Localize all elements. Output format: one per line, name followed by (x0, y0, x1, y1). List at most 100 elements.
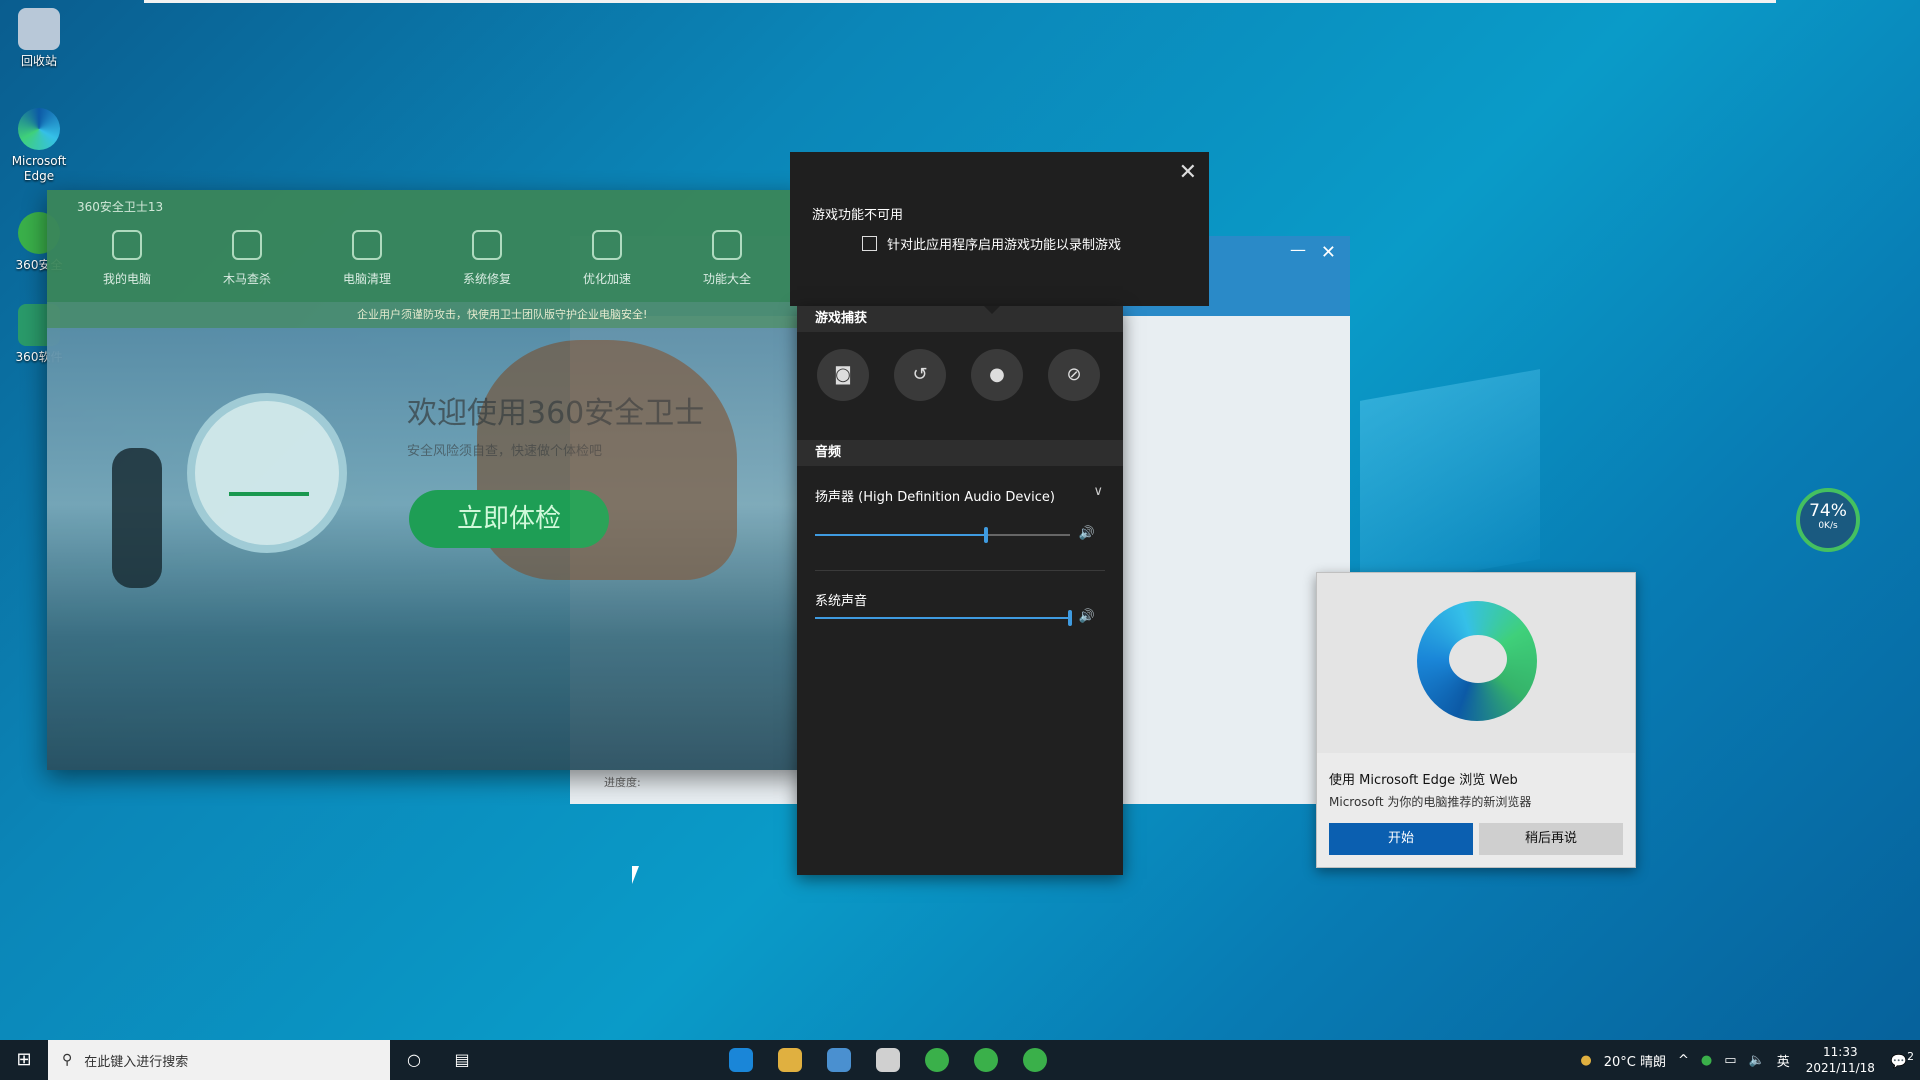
360-icon (1022, 1048, 1047, 1072)
system-volume-slider[interactable] (815, 610, 1072, 626)
screenshot-button[interactable]: ◙ (817, 349, 869, 401)
windows-icon: ⊞ (16, 1049, 32, 1070)
nav-optimize[interactable]: 优化加速 (567, 230, 647, 287)
enable-game-features-label[interactable]: 针对此应用程序启用游戏功能以录制游戏 (887, 234, 1121, 253)
system-sound-label: 系统声音 (815, 594, 868, 609)
enable-game-features-checkbox[interactable] (862, 236, 877, 251)
recycle-bin-icon (18, 8, 60, 50)
360-banner[interactable]: 企业用户须谨防攻击，快使用卫士团队版守护企业电脑安全! (47, 302, 807, 328)
weather-icon[interactable]: ● (1574, 1053, 1597, 1068)
taskbar: ⊞ ⚲ 在此键入进行搜索 ○ ▤ ● 20°C 晴朗 ^ ● ▭ 🔈 英 11:… (0, 1040, 1920, 1080)
task-view-icon: ▤ (454, 1050, 470, 1069)
clock[interactable]: 11:33 2021/11/18 (1796, 1044, 1885, 1076)
weather-text[interactable]: 20°C 晴朗 (1598, 1051, 1672, 1070)
start-button[interactable]: ⊞ (0, 1040, 48, 1080)
replay-icon: ↺ (912, 364, 928, 385)
network-icon[interactable]: ▭ (1718, 1053, 1742, 1068)
device-volume-slider[interactable] (815, 527, 1070, 543)
nav-repair[interactable]: 系统修复 (447, 230, 527, 287)
memory-percent: 74% (1809, 501, 1847, 521)
broom-icon (352, 230, 382, 260)
cortana-button[interactable]: ○ (390, 1040, 438, 1080)
system-volume-fill (815, 617, 1070, 619)
scan-now-button[interactable]: 立即体检 (409, 490, 609, 548)
mail-icon (875, 1048, 900, 1072)
speaker-icon[interactable]: 🔊 (1079, 609, 1095, 624)
edge-toast: 使用 Microsoft Edge 浏览 Web Microsoft 为你的电脑… (1316, 572, 1636, 868)
toast-later-button[interactable]: 稍后再说 (1479, 823, 1623, 855)
minimize-icon[interactable]: — (1290, 240, 1306, 259)
system-tray: ● 20°C 晴朗 ^ ● ▭ 🔈 英 11:33 2021/11/18 💬2 (1574, 1040, 1920, 1080)
nav-all-features[interactable]: 功能大全 (687, 230, 767, 287)
clock-time: 11:33 (1823, 1045, 1858, 1059)
device-volume-thumb[interactable] (983, 527, 988, 543)
system-volume-thumb[interactable] (1068, 610, 1072, 626)
notification-count: 2 (1907, 1050, 1914, 1064)
taskbar-store[interactable] (814, 1040, 863, 1080)
close-icon[interactable]: ✕ (1321, 242, 1336, 263)
monitor-icon (112, 230, 142, 260)
gamebar-widget: 游戏捕获 ◙ ↺ ● ⊘ 音频 扬声器 (High Definition Aud… (797, 306, 1123, 875)
taskbar-mail[interactable] (863, 1040, 912, 1080)
audio-section-title: 音频 (797, 440, 1123, 466)
task-view-button[interactable]: ▤ (438, 1040, 486, 1080)
mic-toggle-button[interactable]: ⊘ (1048, 349, 1100, 401)
clock-date: 2021/11/18 (1805, 1061, 1875, 1075)
search-icon: ⚲ (62, 1052, 73, 1068)
top-edge-line (144, 0, 1776, 3)
runner-silhouette (112, 448, 162, 588)
divider (815, 570, 1105, 571)
taskbar-edge[interactable] (716, 1040, 765, 1080)
chevron-down-icon[interactable]: ∨ (1093, 484, 1103, 499)
desktop-icon-edge[interactable]: Microsoft Edge (4, 108, 74, 184)
desktop-icon-recycle-bin[interactable]: 回收站 (4, 8, 74, 69)
folder-icon (777, 1048, 802, 1072)
edge-logo-inner (1449, 635, 1507, 683)
capture-section-title: 游戏捕获 (797, 306, 1123, 332)
toast-subtitle: Microsoft 为你的电脑推荐的新浏览器 (1329, 795, 1532, 809)
toast-title: 使用 Microsoft Edge 浏览 Web (1329, 773, 1518, 788)
welcome-title: 欢迎使用360安全卫士 (407, 396, 705, 431)
volume-icon[interactable]: 🔈 (1743, 1053, 1771, 1068)
speaker-icon[interactable]: 🔊 (1079, 526, 1095, 541)
gamebar-popup: ✕ 游戏功能不可用 针对此应用程序启用游戏功能以录制游戏 (790, 152, 1209, 306)
network-speed-ring[interactable]: 74% 0K/s (1796, 488, 1860, 552)
mouse-cursor (632, 866, 646, 884)
store-icon (826, 1048, 851, 1072)
pulse-line (229, 456, 309, 496)
notification-center-button[interactable]: 💬2 (1885, 1050, 1920, 1069)
taskbar-search[interactable]: ⚲ 在此键入进行搜索 (48, 1040, 390, 1080)
taskbar-360-c[interactable] (1010, 1040, 1059, 1080)
360-tray-icon[interactable]: ● (1695, 1053, 1718, 1068)
record-icon: ● (989, 364, 1005, 385)
welcome-subtitle: 安全风险须自查，快速做个体检吧 (407, 444, 603, 459)
input-language[interactable]: 英 (1771, 1051, 1796, 1070)
toast-start-button[interactable]: 开始 (1329, 823, 1473, 855)
nav-cleanup[interactable]: 电脑清理 (327, 230, 407, 287)
360-icon (973, 1048, 998, 1072)
record-last-button[interactable]: ↺ (894, 349, 946, 401)
pulse-icon (187, 393, 347, 553)
taskbar-360-b[interactable] (961, 1040, 1010, 1080)
edge-icon (18, 108, 60, 150)
close-icon[interactable]: ✕ (1179, 160, 1197, 185)
taskbar-files[interactable] (765, 1040, 814, 1080)
toast-image (1317, 573, 1635, 753)
record-button[interactable]: ● (971, 349, 1023, 401)
device-volume-fill (815, 534, 986, 536)
circle-icon: ○ (407, 1050, 421, 1069)
edge-icon (728, 1048, 753, 1072)
nav-my-computer[interactable]: 我的电脑 (87, 230, 167, 287)
360-icon (924, 1048, 949, 1072)
windows-logo-light (1360, 369, 1540, 591)
360-window: 360安全卫士13 我的电脑 木马查杀 电脑清理 系统修复 优化加速 功能大全 … (47, 190, 807, 770)
rocket-icon (592, 230, 622, 260)
mic-off-icon: ⊘ (1066, 364, 1082, 385)
taskbar-360-a[interactable] (912, 1040, 961, 1080)
chevron-up-icon[interactable]: ^ (1672, 1053, 1695, 1068)
nav-trojan-scan[interactable]: 木马查杀 (207, 230, 287, 287)
taskbar-apps (716, 1040, 1059, 1080)
audio-device-label[interactable]: 扬声器 (High Definition Audio Device) (815, 486, 1055, 505)
camera-icon: ◙ (834, 364, 852, 385)
gamebar-popup-title: 游戏功能不可用 (812, 208, 904, 223)
